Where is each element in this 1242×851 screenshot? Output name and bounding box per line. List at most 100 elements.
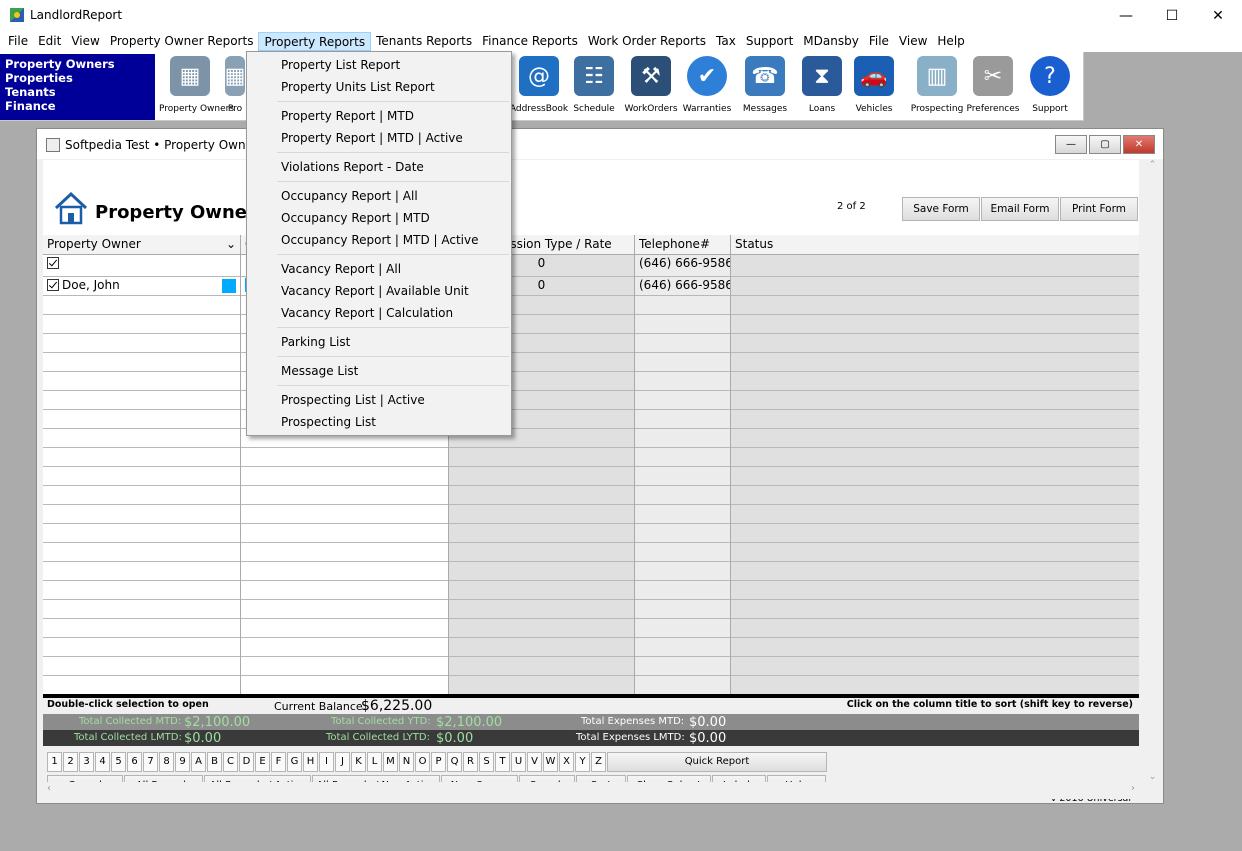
- alpha-filter-6[interactable]: 6: [127, 752, 142, 772]
- column-header-status[interactable]: Status: [731, 235, 1139, 255]
- save-form-button[interactable]: Save Form: [902, 197, 980, 221]
- menu-finance-reports[interactable]: Finance Reports: [477, 32, 583, 51]
- menuitem-violations-report-date[interactable]: Violations Report - Date: [281, 160, 424, 174]
- toolbar-preferences-button[interactable]: ✂ Preferences: [962, 56, 1024, 118]
- menuitem-vacancy-report-available-unit[interactable]: Vacancy Report | Available Unit: [281, 284, 469, 298]
- menuitem-message-list[interactable]: Message List: [281, 364, 358, 378]
- toolbar-workorders-button[interactable]: ⚒ WorkOrders: [620, 56, 682, 118]
- quicknav-tenants[interactable]: Tenants: [5, 85, 150, 99]
- column-header-property-owner[interactable]: Property Owner ⌄: [43, 235, 240, 255]
- close-button[interactable]: ✕: [1195, 0, 1241, 31]
- alpha-filter-e[interactable]: E: [255, 752, 270, 772]
- alpha-filter-r[interactable]: R: [463, 752, 478, 772]
- child-close-button[interactable]: ✕: [1123, 135, 1155, 154]
- alpha-filter-4[interactable]: 4: [95, 752, 110, 772]
- vertical-scrollbar[interactable]: ⌃ ⌄: [1144, 160, 1161, 782]
- column-header-telephone[interactable]: Telephone#: [635, 235, 730, 255]
- menuitem-property-report-mtd[interactable]: Property Report | MTD: [281, 109, 414, 123]
- alpha-filter-j[interactable]: J: [335, 752, 350, 772]
- quicknav-finance[interactable]: Finance: [5, 99, 150, 113]
- child-maximize-button[interactable]: ▢: [1089, 135, 1121, 154]
- menuitem-vacancy-report-calculation[interactable]: Vacancy Report | Calculation: [281, 306, 453, 320]
- menuitem-parking-list[interactable]: Parking List: [281, 335, 350, 349]
- menu-edit[interactable]: Edit: [33, 32, 66, 51]
- minimize-button[interactable]: —: [1103, 0, 1149, 31]
- menu-work-order-reports[interactable]: Work Order Reports: [583, 32, 711, 51]
- alpha-filter-h[interactable]: H: [303, 752, 318, 772]
- menuitem-prospecting-list[interactable]: Prospecting List: [281, 415, 376, 429]
- alpha-filter-f[interactable]: F: [271, 752, 286, 772]
- alpha-filter-a[interactable]: A: [191, 752, 206, 772]
- menuitem-property-list-report[interactable]: Property List Report: [281, 58, 400, 72]
- menu-view[interactable]: View: [66, 32, 104, 51]
- alpha-filter-s[interactable]: S: [479, 752, 494, 772]
- alpha-filter-2[interactable]: 2: [63, 752, 78, 772]
- alpha-filter-v[interactable]: V: [527, 752, 542, 772]
- table-row[interactable]: Doe, John: [43, 277, 240, 296]
- alpha-filter-t[interactable]: T: [495, 752, 510, 772]
- alpha-filter-d[interactable]: D: [239, 752, 254, 772]
- menu-property-reports[interactable]: Property Reports: [258, 32, 372, 51]
- alpha-filter-o[interactable]: O: [415, 752, 430, 772]
- maximize-button[interactable]: ☐: [1149, 0, 1195, 31]
- menuitem-property-units-list-report[interactable]: Property Units List Report: [281, 80, 435, 94]
- lytd-value: $0.00: [436, 731, 474, 746]
- alpha-filter-z[interactable]: Z: [591, 752, 606, 772]
- menu-file-2[interactable]: File: [864, 32, 894, 51]
- menu-property-owner-reports[interactable]: Property Owner Reports: [105, 32, 259, 51]
- menuitem-prospecting-list-active[interactable]: Prospecting List | Active: [281, 393, 425, 407]
- print-form-button[interactable]: Print Form: [1060, 197, 1138, 221]
- alpha-filter-w[interactable]: W: [543, 752, 558, 772]
- menuitem-vacancy-report-all[interactable]: Vacancy Report | All: [281, 262, 401, 276]
- alpha-filter-q[interactable]: Q: [447, 752, 462, 772]
- toolbar-messages-button[interactable]: ☎ Messages: [734, 56, 796, 118]
- alpha-filter-1[interactable]: 1: [47, 752, 62, 772]
- alpha-filter-7[interactable]: 7: [143, 752, 158, 772]
- menu-view-2[interactable]: View: [894, 32, 932, 51]
- menu-tax[interactable]: Tax: [711, 32, 741, 51]
- menuitem-occupancy-report-mtd[interactable]: Occupancy Report | MTD: [281, 211, 430, 225]
- horizontal-scrollbar[interactable]: ‹ ›: [43, 782, 1139, 799]
- alpha-filter-x[interactable]: X: [559, 752, 574, 772]
- quicknav-properties[interactable]: Properties: [5, 71, 150, 85]
- menuitem-property-report-mtd-active[interactable]: Property Report | MTD | Active: [281, 131, 463, 145]
- alpha-filter-9[interactable]: 9: [175, 752, 190, 772]
- chevron-down-icon[interactable]: ⌄: [226, 237, 236, 251]
- menu-support[interactable]: Support: [741, 32, 798, 51]
- alpha-filter-k[interactable]: K: [351, 752, 366, 772]
- alpha-filter-c[interactable]: C: [223, 752, 238, 772]
- toolbar-vehicles-button[interactable]: 🚗 Vehicles: [843, 56, 905, 118]
- alpha-filter-3[interactable]: 3: [79, 752, 94, 772]
- alpha-filter-p[interactable]: P: [431, 752, 446, 772]
- menu-mdansby[interactable]: MDansby: [798, 32, 864, 51]
- menu-file[interactable]: File: [3, 32, 33, 51]
- alpha-filter-l[interactable]: L: [367, 752, 382, 772]
- checkbox[interactable]: [47, 256, 59, 269]
- checkbox[interactable]: [47, 278, 59, 291]
- menu-help[interactable]: Help: [932, 32, 969, 51]
- table-row[interactable]: [43, 255, 240, 277]
- quicknav-property-owners[interactable]: Property Owners: [5, 57, 150, 71]
- toolbar-warranties-button[interactable]: ✔ Warranties: [676, 56, 738, 118]
- alpha-filter-i[interactable]: I: [319, 752, 334, 772]
- alpha-filter-b[interactable]: B: [207, 752, 222, 772]
- alpha-filter-m[interactable]: M: [383, 752, 398, 772]
- menuitem-occupancy-report-all[interactable]: Occupancy Report | All: [281, 189, 418, 203]
- toolbar-schedule-button[interactable]: ☷ Schedule: [563, 56, 625, 118]
- child-minimize-button[interactable]: —: [1055, 135, 1087, 154]
- alpha-filter-8[interactable]: 8: [159, 752, 174, 772]
- toolbar-prospecting-button[interactable]: ▥ Prospecting: [906, 56, 968, 118]
- alpha-filter-y[interactable]: Y: [575, 752, 590, 772]
- toolbar-addressbook-button[interactable]: @ AddressBook: [508, 56, 570, 118]
- alpha-filter-n[interactable]: N: [399, 752, 414, 772]
- menu-tenants-reports[interactable]: Tenants Reports: [371, 32, 477, 51]
- alpha-filter-g[interactable]: G: [287, 752, 302, 772]
- quick-report-button[interactable]: Quick Report: [607, 752, 827, 772]
- alpha-filter-5[interactable]: 5: [111, 752, 126, 772]
- alpha-filter-u[interactable]: U: [511, 752, 526, 772]
- toolbar-properties-button[interactable]: ▦ Pro: [224, 56, 246, 118]
- email-form-button[interactable]: Email Form: [981, 197, 1059, 221]
- toolbar-support-button[interactable]: ? Support: [1019, 56, 1081, 118]
- menuitem-occupancy-report-mtd-active[interactable]: Occupancy Report | MTD | Active: [281, 233, 479, 247]
- toolbar-property-owners-button[interactable]: ▦ Property Owners: [159, 56, 234, 118]
